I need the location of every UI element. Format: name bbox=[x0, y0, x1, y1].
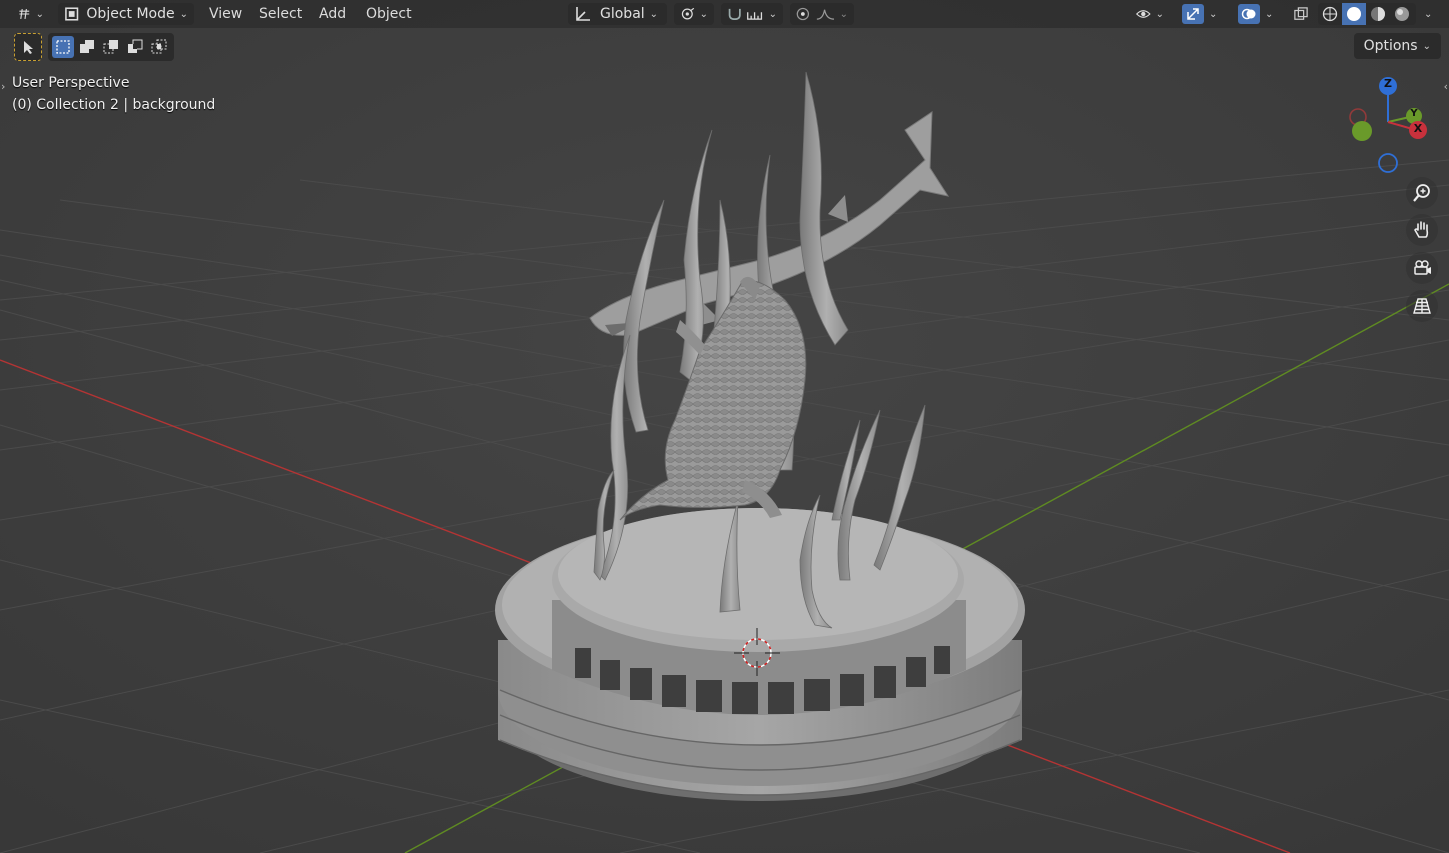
gizmo-toggle-group[interactable]: ⌄ bbox=[1176, 3, 1224, 25]
gizmo-z-label[interactable]: Z bbox=[1382, 77, 1394, 90]
xray-icon bbox=[1294, 7, 1308, 20]
active-tool-button[interactable] bbox=[14, 33, 42, 61]
select-extend-button[interactable] bbox=[76, 36, 98, 58]
select-invert-button[interactable] bbox=[124, 36, 146, 58]
select-cursor-icon bbox=[24, 41, 33, 54]
shading-options-dropdown[interactable]: ⌄ bbox=[1418, 3, 1440, 25]
ortho-toggle-button[interactable] bbox=[1406, 290, 1438, 322]
zoom-button[interactable] bbox=[1406, 177, 1438, 209]
viewport-header: ⌄ Object Mode ⌄ View Select Add Object G… bbox=[0, 0, 1449, 28]
camera-view-button[interactable] bbox=[1406, 252, 1438, 284]
orientation-label: Global bbox=[600, 6, 645, 22]
select-intersect-button[interactable] bbox=[148, 36, 170, 58]
selection-mode-group bbox=[48, 33, 174, 61]
options-dropdown[interactable]: Options ⌄ bbox=[1353, 33, 1441, 59]
pivot-point-selector[interactable]: ⌄ bbox=[674, 3, 714, 25]
solid-shading-button[interactable] bbox=[1342, 3, 1366, 25]
options-label: Options bbox=[1363, 38, 1418, 54]
chevron-down-icon: ⌄ bbox=[1265, 8, 1274, 20]
mode-selector[interactable]: Object Mode ⌄ bbox=[58, 3, 194, 25]
menu-object[interactable]: Object bbox=[359, 3, 419, 25]
chevron-down-icon: ⌄ bbox=[768, 8, 777, 20]
menu-select[interactable]: Select bbox=[252, 3, 309, 25]
chevron-down-icon: ⌄ bbox=[699, 8, 708, 20]
chevron-down-icon: ⌄ bbox=[1155, 8, 1164, 20]
toolbar-expand-arrow-icon[interactable]: › bbox=[1, 80, 5, 93]
chevron-down-icon: ⌄ bbox=[1422, 40, 1431, 52]
gizmo-icon[interactable] bbox=[1182, 4, 1204, 24]
gizmo-x-label[interactable]: X bbox=[1412, 122, 1424, 135]
snap-magnet-icon[interactable] bbox=[727, 6, 742, 22]
select-subtract-button[interactable] bbox=[100, 36, 122, 58]
select-extend-icon bbox=[80, 40, 94, 53]
falloff-curve-icon[interactable] bbox=[816, 6, 835, 22]
xray-toggle[interactable] bbox=[1288, 3, 1314, 25]
menu-view[interactable]: View bbox=[202, 3, 249, 25]
rendered-sphere-icon bbox=[1395, 7, 1409, 21]
snap-increment-icon[interactable] bbox=[746, 6, 763, 22]
chevron-down-icon: ⌄ bbox=[649, 8, 659, 20]
zoom-icon bbox=[1413, 184, 1430, 202]
orientation-axes-icon bbox=[576, 7, 590, 21]
snapping-group[interactable]: ⌄ bbox=[721, 3, 783, 25]
pan-hand-icon bbox=[1414, 221, 1429, 238]
eye-icon bbox=[1136, 10, 1151, 18]
material-preview-button[interactable] bbox=[1366, 3, 1390, 25]
select-subtract-icon bbox=[103, 40, 118, 54]
overlays-icon[interactable] bbox=[1238, 4, 1260, 24]
3d-viewport[interactable] bbox=[0, 0, 1449, 853]
select-intersect-icon bbox=[151, 39, 167, 54]
visibility-selector[interactable]: ⌄ bbox=[1130, 3, 1170, 25]
gizmo-y-label[interactable]: Y bbox=[1408, 108, 1420, 119]
chevron-down-icon: ⌄ bbox=[179, 8, 188, 20]
tool-settings-row bbox=[14, 33, 174, 61]
proportional-editing-group[interactable]: ⌄ bbox=[790, 3, 854, 25]
camera-icon bbox=[1414, 260, 1431, 275]
solid-sphere-icon bbox=[1347, 7, 1361, 21]
rendered-shading-button[interactable] bbox=[1390, 3, 1414, 25]
wireframe-icon bbox=[1322, 6, 1338, 22]
viewport-info-overlay: User Perspective (0) Collection 2 | back… bbox=[12, 72, 215, 116]
viewport-canvas[interactable] bbox=[0, 0, 1449, 853]
editor-type-icon bbox=[19, 9, 30, 19]
pan-button[interactable] bbox=[1406, 214, 1438, 246]
chevron-down-icon: ⌄ bbox=[35, 8, 44, 20]
pivot-icon bbox=[681, 7, 695, 20]
collection-info-label: (0) Collection 2 | background bbox=[12, 97, 216, 113]
transform-orientation-selector[interactable]: Global ⌄ bbox=[568, 3, 667, 25]
select-invert-icon bbox=[128, 39, 143, 53]
chevron-down-icon: ⌄ bbox=[1424, 8, 1433, 20]
sidebar-expand-arrow-icon[interactable]: ‹ bbox=[1444, 80, 1448, 93]
object-mode-icon bbox=[65, 7, 79, 21]
editor-type-button[interactable]: ⌄ bbox=[12, 3, 50, 25]
chevron-down-icon: ⌄ bbox=[1209, 8, 1218, 20]
overlays-toggle-group[interactable]: ⌄ bbox=[1232, 3, 1280, 25]
view-name-label: User Perspective bbox=[12, 75, 130, 91]
proportional-editing-icon[interactable] bbox=[796, 6, 810, 22]
material-sphere-icon bbox=[1371, 7, 1385, 21]
select-new-button[interactable] bbox=[52, 36, 74, 58]
select-new-icon bbox=[56, 40, 70, 54]
wireframe-shading-button[interactable] bbox=[1318, 3, 1342, 25]
mode-label: Object Mode bbox=[86, 6, 175, 22]
menu-add[interactable]: Add bbox=[312, 3, 353, 25]
chevron-down-icon: ⌄ bbox=[839, 8, 848, 20]
ortho-grid-icon bbox=[1413, 298, 1431, 314]
shading-mode-group bbox=[1318, 3, 1416, 25]
